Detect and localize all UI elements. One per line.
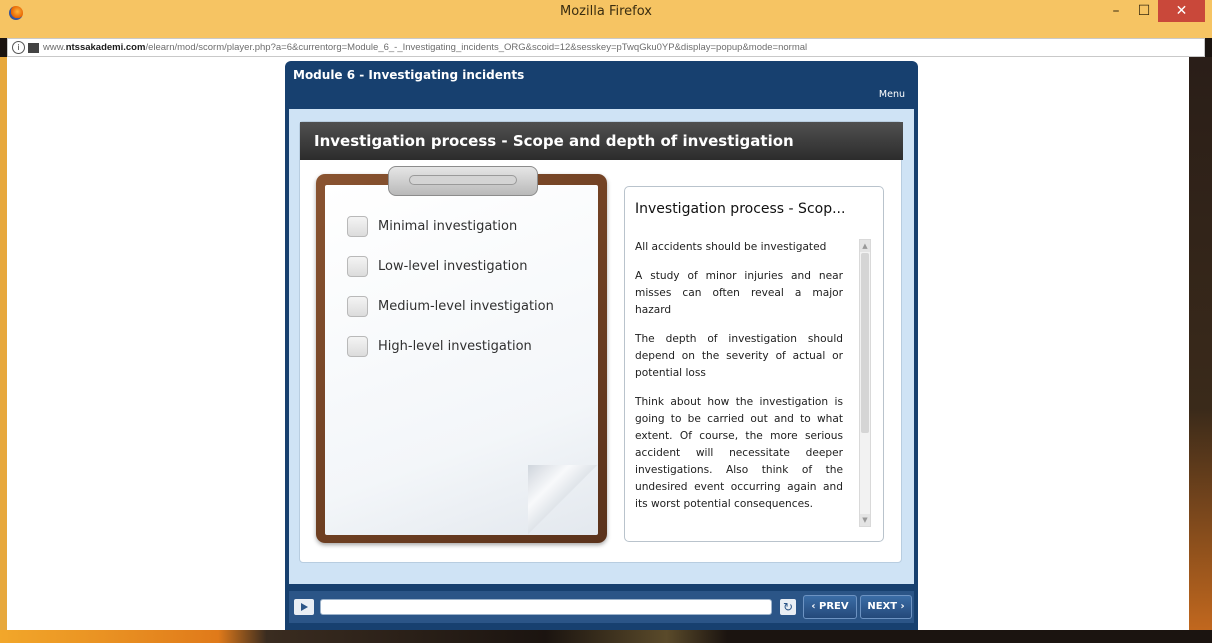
checkbox-icon[interactable] xyxy=(347,296,368,317)
prev-button[interactable]: ‹ PREV xyxy=(803,595,857,619)
play-icon[interactable] xyxy=(294,599,314,615)
info-paragraph: Think about how the investigation is goi… xyxy=(635,396,843,510)
scorm-player: Module 6 - Investigating incidents Menu … xyxy=(285,61,918,630)
desktop-background-left xyxy=(0,57,7,643)
maximize-button[interactable]: ☐ xyxy=(1130,0,1158,22)
info-panel-scrollbar[interactable]: ▲ ▼ xyxy=(859,239,871,527)
checkbox-icon[interactable] xyxy=(347,256,368,277)
progress-bar[interactable] xyxy=(320,599,772,615)
checkbox-icon[interactable] xyxy=(347,216,368,237)
minimize-button[interactable]: – xyxy=(1102,0,1130,22)
next-button[interactable]: NEXT › xyxy=(860,595,912,619)
window-titlebar: Mozilla Firefox – ☐ ✕ xyxy=(0,0,1212,38)
url-path: /elearn/mod/scorm/player.php?a=6&current… xyxy=(145,42,808,53)
desktop-background-right xyxy=(1189,57,1212,643)
option-label: Low-level investigation xyxy=(378,259,528,274)
option-label: Minimal investigation xyxy=(378,219,518,234)
address-bar[interactable]: i www.ntssakademi.com/elearn/mod/scorm/p… xyxy=(7,38,1205,57)
window-title: Mozilla Firefox xyxy=(560,4,652,19)
clipboard-clip xyxy=(388,166,538,196)
clipboard: Minimal investigation Low-level investig… xyxy=(316,166,607,543)
menu-button[interactable]: Menu xyxy=(879,89,905,100)
option-medium-level-investigation[interactable]: Medium-level investigation xyxy=(347,296,554,317)
slide-stage: Investigation process - Scope and depth … xyxy=(289,109,914,584)
desktop-background-bottom xyxy=(0,630,1212,643)
window-controls: – ☐ ✕ xyxy=(1102,0,1205,22)
url-domain: ntssakademi.com xyxy=(65,42,146,53)
page-curl xyxy=(528,465,598,535)
info-panel-body: All accidents should be investigated A s… xyxy=(635,239,843,527)
info-paragraph: A study of minor injuries and near misse… xyxy=(635,270,843,316)
clipboard-paper xyxy=(325,185,598,535)
info-panel-title: Investigation process - Scop... xyxy=(635,201,846,217)
info-panel: Investigation process - Scop... All acci… xyxy=(624,186,884,542)
scroll-up-icon[interactable]: ▲ xyxy=(860,240,870,252)
slide-header: Investigation process - Scope and depth … xyxy=(300,122,903,160)
url-text[interactable]: www.ntssakademi.com/elearn/mod/scorm/pla… xyxy=(43,42,807,53)
close-button[interactable]: ✕ xyxy=(1158,0,1205,22)
info-icon[interactable]: i xyxy=(12,41,25,54)
option-high-level-investigation[interactable]: High-level investigation xyxy=(347,336,532,357)
option-label: High-level investigation xyxy=(378,339,532,354)
player-control-bar: ↻ ‹ PREV NEXT › xyxy=(289,591,914,623)
scroll-down-icon[interactable]: ▼ xyxy=(860,514,870,526)
replay-icon[interactable]: ↻ xyxy=(780,599,796,615)
info-paragraph: All accidents should be investigated xyxy=(635,241,827,253)
slide-title: Investigation process - Scope and depth … xyxy=(314,132,794,150)
option-minimal-investigation[interactable]: Minimal investigation xyxy=(347,216,517,237)
module-title: Module 6 - Investigating incidents xyxy=(293,68,525,82)
url-prefix: www. xyxy=(43,42,66,53)
checkbox-icon[interactable] xyxy=(347,336,368,357)
page-icon xyxy=(28,42,39,53)
option-label: Medium-level investigation xyxy=(378,299,554,314)
option-low-level-investigation[interactable]: Low-level investigation xyxy=(347,256,527,277)
info-paragraph: The depth of investigation should depend… xyxy=(635,333,843,379)
scroll-thumb[interactable] xyxy=(861,253,869,433)
